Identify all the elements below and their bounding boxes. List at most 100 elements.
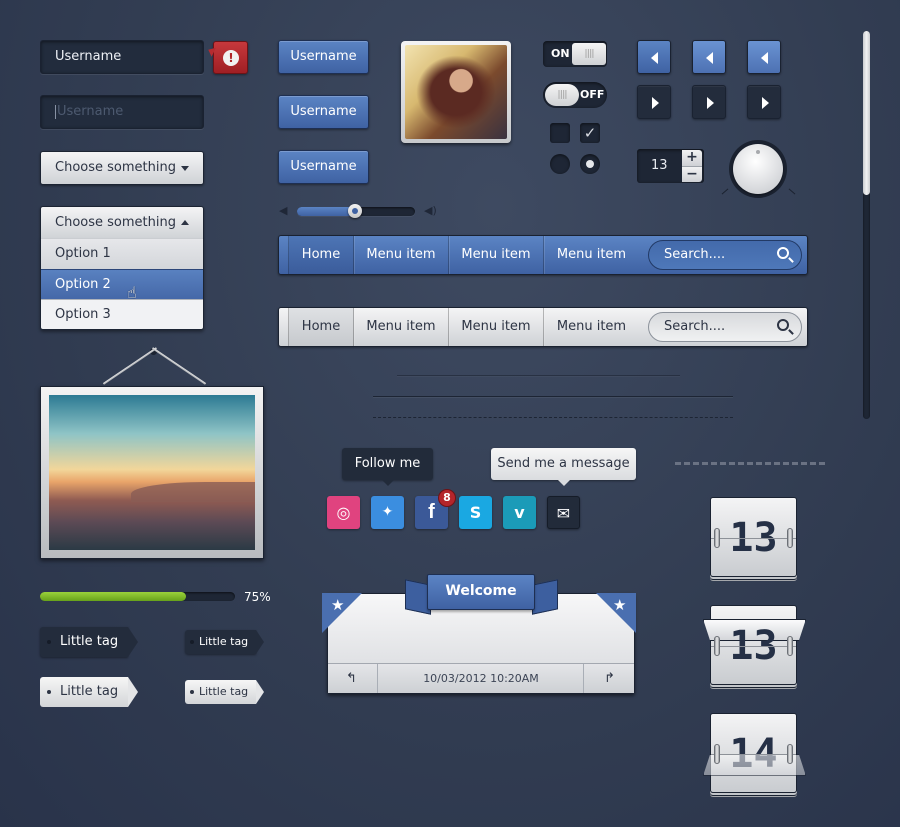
progress-label: 75% xyxy=(244,590,271,604)
nav-grip xyxy=(279,236,289,274)
twitter-icon[interactable]: ✦ xyxy=(371,496,404,529)
select-option-highlighted[interactable]: Option 2 ☝ xyxy=(41,269,203,302)
nav-item[interactable]: Menu item xyxy=(544,236,639,274)
flip-ring xyxy=(714,528,720,548)
radio-selected[interactable] xyxy=(580,154,600,174)
next-button[interactable] xyxy=(637,85,671,119)
scrollbar-thumb[interactable] xyxy=(863,31,870,195)
flip-split xyxy=(711,646,796,647)
select-closed-label: Choose something xyxy=(55,160,176,175)
mail-icon[interactable]: ✉ xyxy=(547,496,580,529)
username-input-filled[interactable]: Username xyxy=(40,40,204,74)
flip-ring xyxy=(714,744,720,764)
volume-high-icon[interactable]: ◀) xyxy=(424,204,437,217)
arrow-left-icon xyxy=(706,52,713,64)
select-option[interactable]: Option 1 xyxy=(41,239,203,269)
checkmark-icon: ✓ xyxy=(583,124,597,142)
select-open[interactable]: Choose something xyxy=(40,206,204,240)
search-input[interactable]: Search.... xyxy=(648,312,802,342)
toggle-off[interactable]: |||| OFF xyxy=(543,82,607,108)
search-input[interactable]: Search.... xyxy=(648,240,802,270)
tag-dark-small[interactable]: Little tag xyxy=(185,630,264,654)
skype-icon[interactable]: S xyxy=(459,496,492,529)
vimeo-icon[interactable]: v xyxy=(503,496,536,529)
arrow-right-icon xyxy=(762,97,769,109)
card-footer: ↰ 10/03/2012 10:20AM ↱ xyxy=(328,663,634,693)
nav-item[interactable]: Menu item xyxy=(354,308,449,346)
chevron-up-icon xyxy=(181,220,189,225)
frame-string-left xyxy=(102,347,158,385)
username-button[interactable]: Username xyxy=(278,40,369,74)
tag-label: Little tag xyxy=(60,634,119,649)
dribbble-icon[interactable]: ◎ xyxy=(327,496,360,529)
knob-face[interactable] xyxy=(733,144,783,194)
username-button[interactable]: Username xyxy=(278,95,369,129)
flip-split xyxy=(711,754,796,755)
flip-clock-flipping-down: 13 xyxy=(703,605,806,685)
scrollbar[interactable] xyxy=(863,31,870,419)
prev-button-active[interactable] xyxy=(747,40,781,74)
checkbox-unchecked[interactable] xyxy=(550,123,570,143)
forward-icon[interactable]: ↱ xyxy=(604,664,615,694)
next-button-active[interactable] xyxy=(747,85,781,119)
search-icon[interactable] xyxy=(777,247,789,259)
avatar-photo xyxy=(405,45,507,139)
checkbox-checked[interactable]: ✓ xyxy=(580,123,600,143)
reply-icon[interactable]: ↰ xyxy=(346,664,357,694)
card-timestamp: 10/03/2012 10:20AM xyxy=(423,672,539,685)
divider-dashed xyxy=(373,417,733,418)
toggle-knob: |||| xyxy=(545,84,579,106)
next-button-hover[interactable] xyxy=(692,85,726,119)
username-input-empty[interactable]: Username xyxy=(40,95,204,129)
select-closed[interactable]: Choose something xyxy=(40,151,204,185)
tooltip-follow: Follow me xyxy=(342,448,433,486)
radio-unselected[interactable] xyxy=(550,154,570,174)
arrow-left-icon xyxy=(651,52,658,64)
nav-item[interactable]: Menu item xyxy=(449,308,544,346)
divider-stitched xyxy=(675,462,825,466)
search-icon[interactable] xyxy=(777,319,789,331)
nav-item-home[interactable]: Home xyxy=(289,308,354,346)
volume-low-icon[interactable]: ◀ xyxy=(279,204,287,217)
tag-hole xyxy=(190,690,194,694)
text-caret xyxy=(55,104,56,119)
tag-dark-large[interactable]: Little tag xyxy=(40,627,138,657)
nav-item[interactable]: Menu item xyxy=(354,236,449,274)
tag-hole xyxy=(47,690,51,694)
volume-thumb[interactable] xyxy=(347,204,362,218)
error-badge: ! xyxy=(213,41,248,74)
increment-button[interactable]: + xyxy=(682,150,702,166)
flip-clock-digits: 13 xyxy=(729,623,778,669)
nav-item[interactable]: Menu item xyxy=(544,308,639,346)
frame-string-right xyxy=(151,347,207,385)
toggle-on[interactable]: ON |||| xyxy=(543,41,607,67)
prev-button-hover[interactable] xyxy=(692,40,726,74)
flip-split xyxy=(711,538,796,539)
nav-item-home[interactable]: Home xyxy=(289,236,354,274)
number-stepper[interactable]: 13 + − xyxy=(637,149,704,183)
toggle-knob: |||| xyxy=(572,43,606,65)
tag-hole xyxy=(190,640,194,644)
username-input-value: Username xyxy=(55,49,122,64)
flip-clock-digits: 14 xyxy=(711,714,796,792)
tooltip-message: Send me a message xyxy=(491,448,636,486)
footer-separator xyxy=(583,664,584,693)
avatar xyxy=(401,41,511,143)
nav-item[interactable]: Menu item xyxy=(449,236,544,274)
tag-light-large[interactable]: Little tag xyxy=(40,677,138,707)
flip-ring xyxy=(787,528,793,548)
tag-label: Little tag xyxy=(60,684,119,699)
knob-tick-max xyxy=(788,188,796,195)
volume-slider[interactable] xyxy=(297,204,415,218)
flip-clock: 13 xyxy=(710,497,797,577)
prev-button[interactable] xyxy=(637,40,671,74)
rotary-knob[interactable] xyxy=(729,140,787,198)
username-button[interactable]: Username xyxy=(278,150,369,184)
footer-separator xyxy=(377,664,378,693)
flip-ring xyxy=(787,636,793,656)
beach-photo xyxy=(49,395,255,550)
knob-tick-min xyxy=(721,188,729,195)
select-option[interactable]: Option 3 xyxy=(41,299,203,329)
tag-light-small[interactable]: Little tag xyxy=(185,680,264,704)
decrement-button[interactable]: − xyxy=(682,166,702,182)
